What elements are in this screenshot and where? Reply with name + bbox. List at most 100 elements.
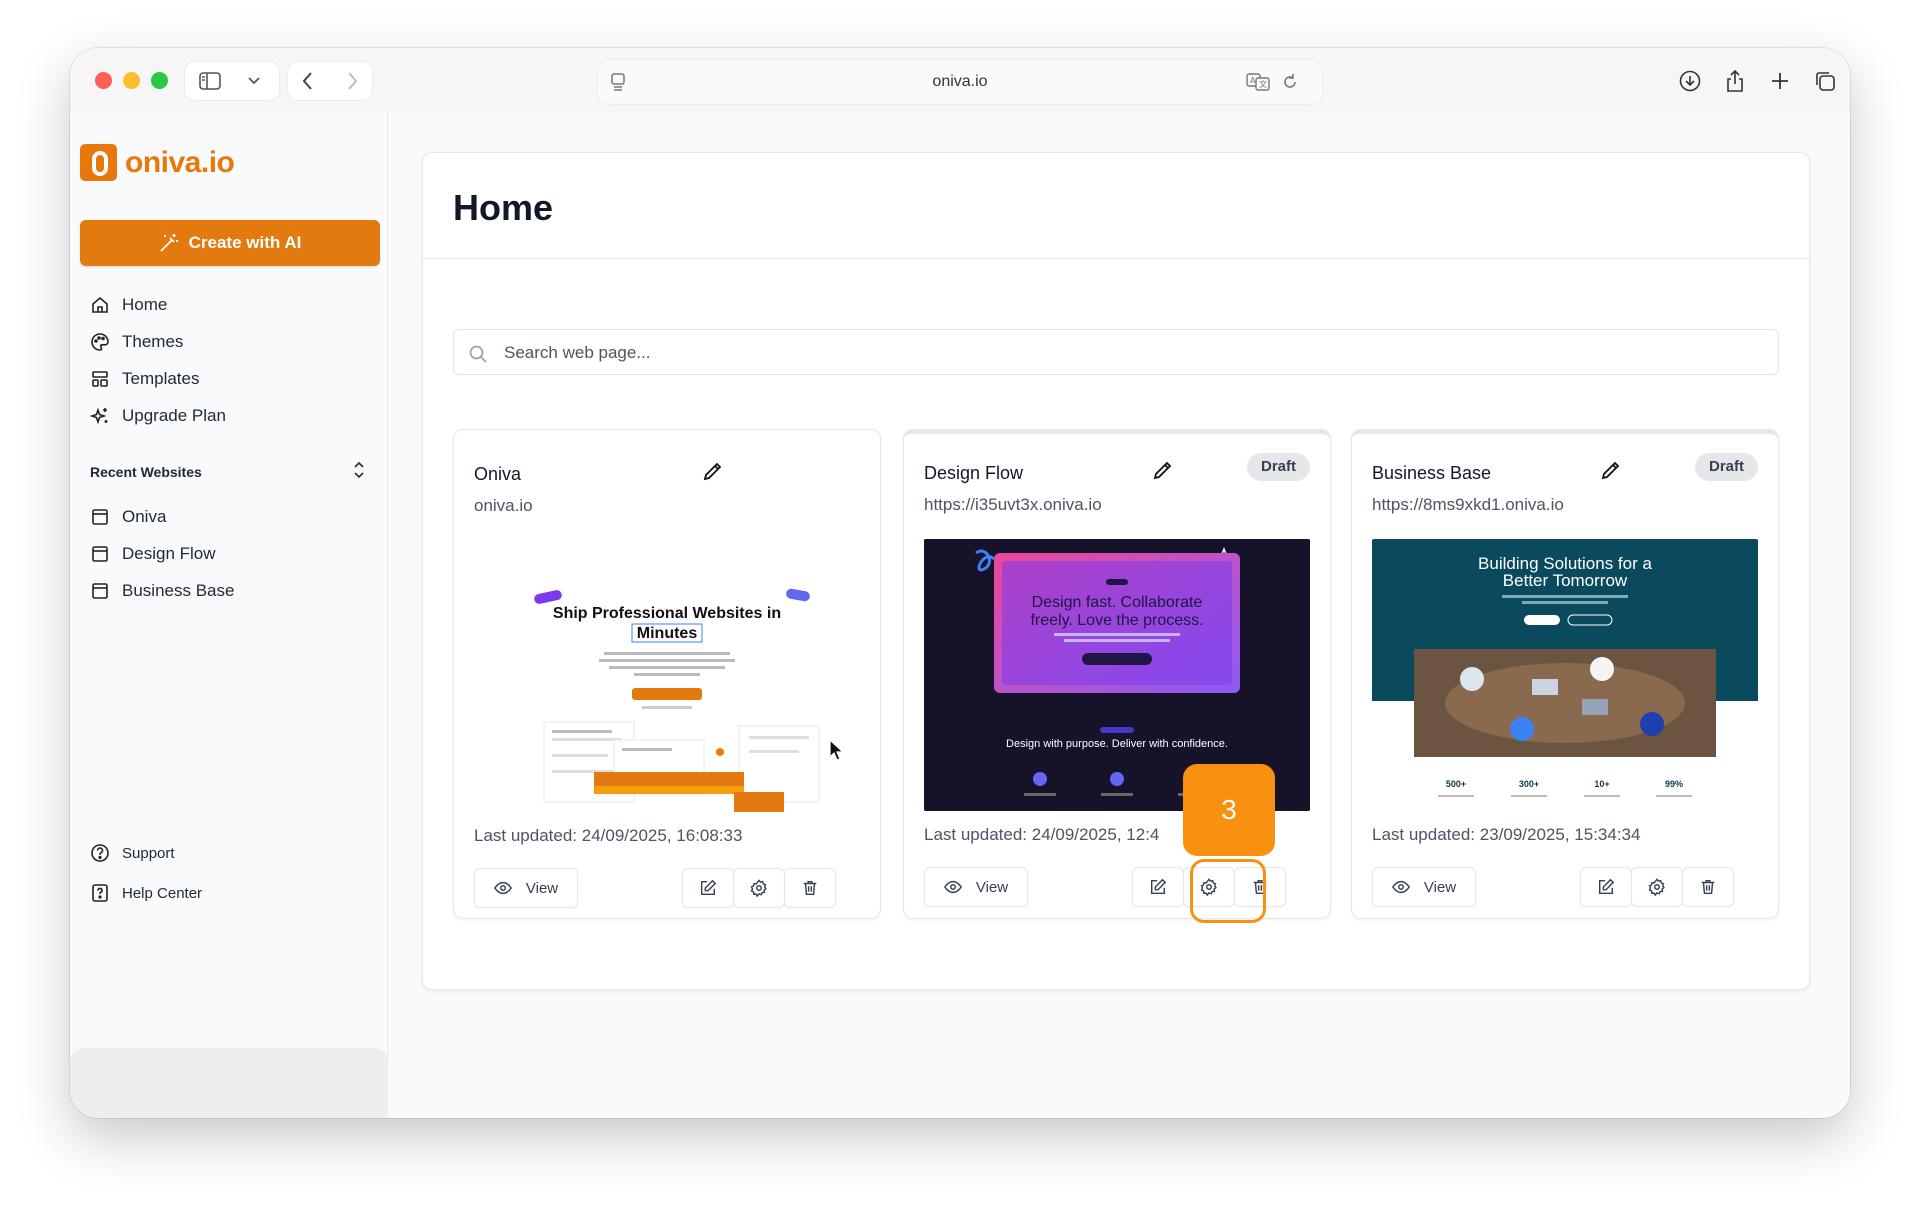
browser-window-icon — [92, 509, 108, 525]
website-card-oniva[interactable]: Oniva oniva.io Ship Professional Website… — [453, 429, 881, 919]
gear-icon — [750, 879, 767, 897]
stat-4: 99% — [1665, 779, 1683, 789]
edit-icon — [1150, 878, 1167, 895]
thumb-headline-b: Minutes — [637, 625, 698, 642]
sidebar-item-label: Templates — [122, 369, 200, 388]
new-tab-icon[interactable] — [1760, 62, 1800, 100]
sidebar-item-support[interactable]: Support — [90, 838, 175, 868]
magic-wand-icon — [160, 234, 178, 252]
rename-pencil-icon[interactable] — [1152, 459, 1176, 483]
sidebar-item-help-center[interactable]: Help Center — [90, 878, 202, 908]
page-title: Home — [453, 187, 554, 228]
view-button[interactable]: View — [924, 867, 1028, 907]
sidebar-toggle-icon[interactable] — [190, 62, 230, 100]
layout-icon — [92, 371, 108, 387]
minimize-window-button[interactable] — [123, 72, 140, 89]
recent-item-label: Design Flow — [122, 544, 216, 563]
edit-icon — [1598, 878, 1615, 895]
eye-icon — [493, 881, 512, 895]
logo-mark-icon — [80, 144, 117, 181]
view-button-label: View — [525, 879, 559, 897]
sidebar-item-home[interactable]: Home — [90, 290, 167, 320]
edit-button[interactable] — [1132, 867, 1184, 907]
svg-text:文: 文 — [1259, 79, 1267, 89]
card-url[interactable]: https://i35uvt3x.oniva.io — [924, 495, 1102, 515]
thumb-headline-a: Ship Professional Websites in — [553, 605, 781, 622]
recent-item-design-flow[interactable]: Design Flow — [90, 539, 216, 569]
account-panel[interactable] — [70, 1048, 388, 1118]
sidebar: oniva.io Create with AI Home Themes Temp… — [70, 112, 388, 1118]
create-with-ai-label: Create with AI — [188, 233, 302, 252]
card-title: Oniva — [474, 464, 522, 484]
thumb-headline-2: freely. Love the process. — [1030, 612, 1203, 629]
address-bar[interactable]: oniva.io A文 — [598, 60, 1322, 104]
home-panel: Home Oniva oniva.io Ship Prof — [422, 152, 1810, 990]
view-button[interactable]: View — [474, 868, 578, 908]
card-title: Design Flow — [924, 463, 1024, 483]
browser-toolbar: oniva.io A文 — [70, 48, 1850, 112]
last-updated-text: Last updated: 23/09/2025, 15:34:34 — [1372, 825, 1641, 844]
sidebar-item-label: Upgrade Plan — [122, 406, 226, 425]
settings-button[interactable] — [733, 868, 785, 908]
chevron-down-icon[interactable] — [234, 62, 274, 100]
recent-item-business-base[interactable]: Business Base — [90, 576, 234, 606]
brand-logo[interactable]: oniva.io — [80, 144, 235, 181]
rename-pencil-icon[interactable] — [1600, 459, 1624, 483]
eye-icon — [1391, 880, 1410, 894]
card-url[interactable]: oniva.io — [474, 496, 533, 516]
step-indicator-badge: 3 — [1183, 764, 1275, 856]
edit-button[interactable] — [682, 868, 734, 908]
website-thumbnail[interactable]: Ship Professional Websites in Minutes — [474, 540, 860, 812]
eye-icon — [943, 880, 962, 894]
thumb-tagline: Design with purpose. Deliver with confid… — [1006, 738, 1228, 750]
delete-button[interactable] — [1682, 867, 1734, 907]
edit-icon — [700, 879, 717, 896]
brand-name: oniva.io — [125, 145, 235, 179]
main-content: Home Oniva oniva.io Ship Prof — [388, 112, 1850, 1118]
downloads-icon[interactable] — [1670, 62, 1710, 100]
close-window-button[interactable] — [95, 72, 112, 89]
tab-overview-icon[interactable] — [1805, 62, 1845, 100]
reload-icon[interactable] — [1270, 63, 1310, 101]
settings-button[interactable] — [1631, 867, 1683, 907]
settings-highlight-ring — [1190, 859, 1266, 923]
expand-collapse-icon[interactable] — [352, 460, 372, 482]
website-thumbnail[interactable]: Building Solutions for a Better Tomorrow — [1372, 539, 1758, 811]
search-icon — [469, 345, 487, 363]
thumb-headline-2: Better Tomorrow — [1503, 571, 1628, 590]
share-icon[interactable] — [1715, 62, 1755, 100]
card-title: Business Base — [1372, 463, 1492, 483]
view-button[interactable]: View — [1372, 867, 1476, 907]
zoom-window-button[interactable] — [151, 72, 168, 89]
gear-icon — [1648, 878, 1665, 896]
card-url[interactable]: https://8ms9xkd1.oniva.io — [1372, 495, 1564, 515]
sidebar-item-templates[interactable]: Templates — [90, 364, 199, 394]
url-text: oniva.io — [932, 73, 988, 90]
last-updated-text: Last updated: 24/09/2025, 16:08:33 — [474, 826, 743, 845]
sidebar-item-label: Help Center — [122, 884, 203, 902]
website-card-business-base[interactable]: Business Base Draft https://8ms9xkd1.oni… — [1351, 429, 1779, 919]
sidebar-item-label: Themes — [122, 332, 184, 351]
svg-text:A: A — [1250, 76, 1256, 85]
draft-badge: Draft — [1694, 453, 1758, 481]
panel-header: Home — [423, 153, 1809, 259]
search-box[interactable] — [453, 329, 1779, 375]
edit-button[interactable] — [1580, 867, 1632, 907]
sidebar-item-label: Support — [122, 844, 175, 862]
rename-pencil-icon[interactable] — [702, 460, 726, 484]
forward-icon[interactable] — [332, 62, 372, 100]
search-input[interactable] — [504, 338, 1754, 368]
view-button-label: View — [1423, 878, 1457, 896]
back-icon[interactable] — [288, 62, 328, 100]
view-button-label: View — [975, 878, 1009, 896]
trash-icon — [803, 880, 817, 896]
trash-icon — [1701, 879, 1715, 895]
browser-window-icon — [92, 583, 108, 599]
recent-item-oniva[interactable]: Oniva — [90, 502, 166, 532]
home-icon — [92, 296, 108, 313]
sidebar-item-upgrade-plan[interactable]: Upgrade Plan — [90, 401, 226, 431]
create-with-ai-button[interactable]: Create with AI — [80, 220, 380, 266]
sidebar-item-themes[interactable]: Themes — [90, 327, 183, 357]
mouse-cursor-icon — [829, 738, 844, 761]
delete-button[interactable] — [784, 868, 836, 908]
